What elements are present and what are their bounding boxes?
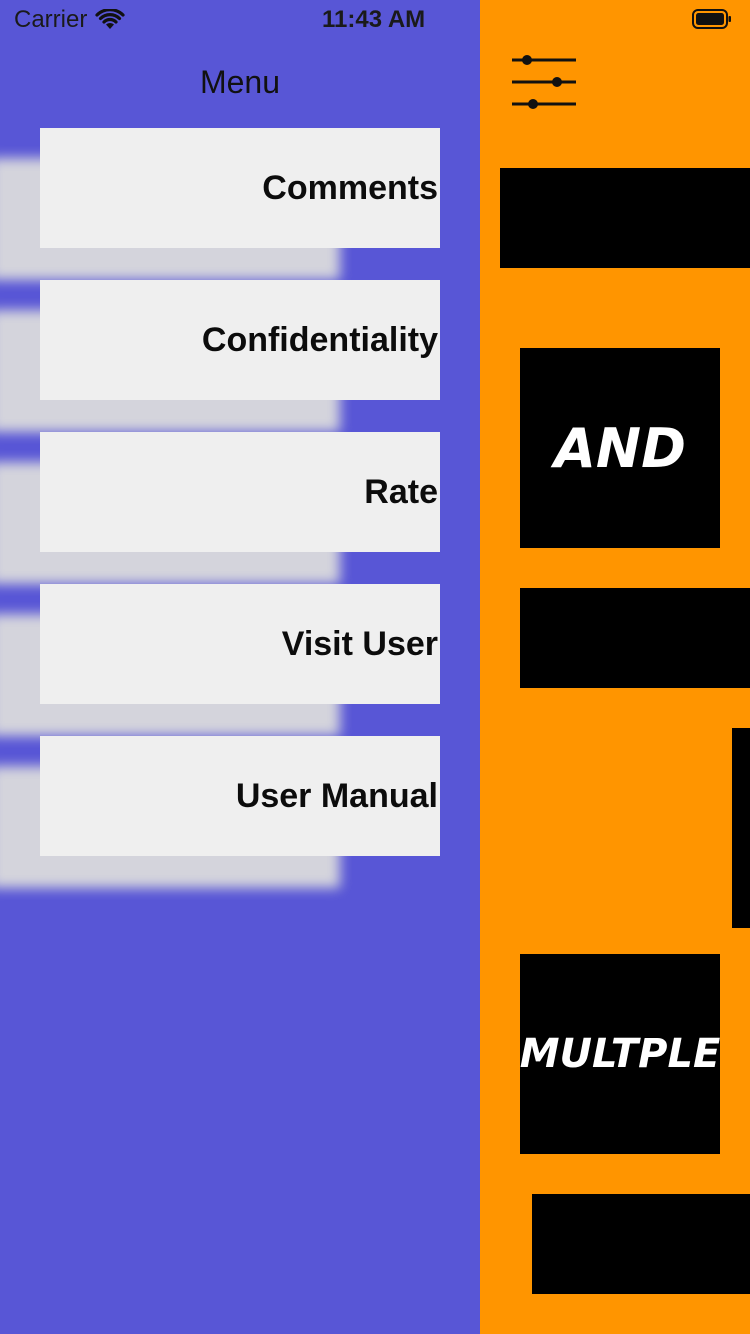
content-tile[interactable]: MULTPLE xyxy=(520,954,720,1154)
content-tile[interactable] xyxy=(520,588,750,688)
menu-item-rate: Rate xyxy=(0,432,440,584)
menu-item-comments: Comments xyxy=(0,128,440,280)
filter-button[interactable] xyxy=(510,50,578,112)
content-tile[interactable] xyxy=(732,728,750,928)
carrier-info: Carrier xyxy=(14,6,125,34)
menu-item-confidentiality: Confidentiality xyxy=(0,280,440,432)
carrier-label: Carrier xyxy=(14,6,88,33)
rate-button[interactable]: Rate xyxy=(40,432,440,552)
visit-user-button[interactable]: Visit User xyxy=(40,584,440,704)
status-bar: Carrier 11:43 AM xyxy=(0,0,750,40)
menu-item-visit-user: Visit User xyxy=(0,584,440,736)
user-manual-button[interactable]: User Manual xyxy=(40,736,440,856)
content-tile[interactable]: AND xyxy=(520,348,720,548)
confidentiality-button[interactable]: Confidentiality xyxy=(40,280,440,400)
menu-item-user-manual: User Manual xyxy=(0,736,440,888)
content-tile[interactable] xyxy=(532,1194,750,1294)
status-time: 11:43 AM xyxy=(322,6,426,33)
content-tile[interactable] xyxy=(500,168,750,268)
side-menu-drawer: Menu Comments Confidentiality Rate Visit… xyxy=(0,0,480,1334)
sliders-icon xyxy=(512,55,576,109)
menu-title: Menu xyxy=(199,64,281,100)
comments-button[interactable]: Comments xyxy=(40,128,440,248)
main-content: AND MULTPLE xyxy=(480,0,750,1334)
battery-icon xyxy=(692,9,731,29)
wifi-icon xyxy=(95,9,125,29)
